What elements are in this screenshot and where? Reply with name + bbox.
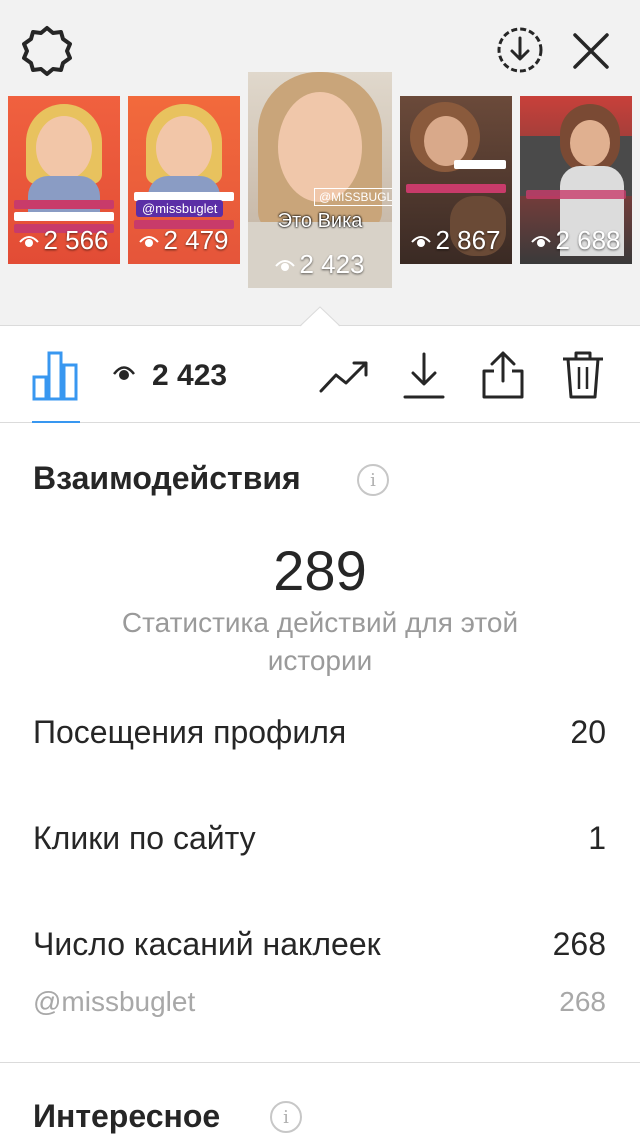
sticker-taps-label: Число касаний наклеек xyxy=(33,926,381,962)
story-thumbnail-selected[interactable]: @MISSBUGLET Это Вика 2 423 xyxy=(248,72,392,288)
website-clicks-value: 1 xyxy=(588,820,606,856)
view-count: 2 423 xyxy=(152,359,228,392)
interactions-title: Взаимодействия xyxy=(33,460,301,496)
story-views-label: 2 867 xyxy=(435,225,501,255)
eye-icon xyxy=(139,235,160,247)
trend-icon[interactable] xyxy=(318,357,370,397)
active-tab-indicator xyxy=(32,421,80,423)
sticker-mention-value: 268 xyxy=(559,986,606,1017)
interactions-total: 289 xyxy=(273,539,367,602)
story-view-count: 2 867 xyxy=(400,225,512,256)
story-view-count: 2 423 xyxy=(248,249,392,280)
close-icon[interactable] xyxy=(566,26,616,76)
interactions-subtitle: Статистика действий для этой истории xyxy=(121,607,519,676)
story-carousel: 2 566 @missbuglet 2 479 @MISSBUGLET Это … xyxy=(0,0,640,327)
sticker-mention-label: @missbuglet xyxy=(33,986,196,1017)
eye-icon xyxy=(411,235,432,247)
section-divider xyxy=(0,1062,640,1063)
gear-icon[interactable] xyxy=(20,24,74,78)
eye-icon xyxy=(19,235,40,247)
story-caption: Это Вика xyxy=(277,210,363,232)
bar-chart-icon[interactable] xyxy=(30,349,80,401)
story-mention-tag: @MISSBUGLET xyxy=(314,188,392,206)
discovery-title: Интересное xyxy=(33,1098,221,1134)
download-icon[interactable] xyxy=(402,351,446,401)
share-icon[interactable] xyxy=(478,349,528,401)
story-view-count: 2 688 xyxy=(520,225,632,256)
story-view-count: 2 566 xyxy=(8,225,120,256)
trash-icon[interactable] xyxy=(560,349,606,401)
insights-toolbar: 2 423 xyxy=(0,327,640,423)
sticker-taps-value: 268 xyxy=(552,926,606,962)
story-views-label: 2 688 xyxy=(555,225,621,255)
story-views-label: 2 566 xyxy=(43,225,109,255)
story-views-label: 2 479 xyxy=(163,225,229,255)
eye-icon xyxy=(531,235,552,247)
story-thumbnail[interactable]: 2 566 xyxy=(8,96,120,264)
eye-icon xyxy=(112,363,136,383)
website-clicks-label: Клики по сайту xyxy=(33,820,256,856)
selection-pointer xyxy=(300,306,340,327)
story-mention-tag: @missbuglet xyxy=(136,200,224,217)
story-thumbnail[interactable]: 2 688 xyxy=(520,96,632,264)
download-circle-icon[interactable] xyxy=(494,24,546,76)
story-view-count: 2 479 xyxy=(128,225,240,256)
story-thumbnail[interactable]: @missbuglet 2 479 xyxy=(128,96,240,264)
profile-visits-label: Посещения профиля xyxy=(33,714,347,750)
story-views-label: 2 423 xyxy=(299,249,365,279)
story-thumbnail[interactable]: 2 867 xyxy=(400,96,512,264)
eye-icon xyxy=(275,259,296,271)
info-icon[interactable]: i xyxy=(270,1101,302,1133)
info-icon[interactable]: i xyxy=(357,464,389,496)
profile-visits-value: 20 xyxy=(570,714,606,750)
